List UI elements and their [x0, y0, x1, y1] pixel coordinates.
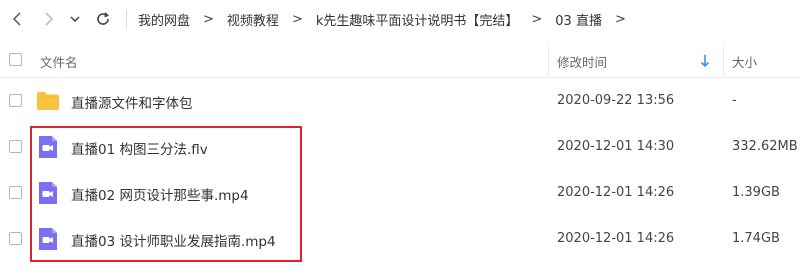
file-size: 1.39GB [732, 185, 780, 200]
breadcrumb-item[interactable]: 我的网盘 [138, 10, 190, 29]
folder-icon [36, 89, 60, 113]
row-checkbox[interactable] [9, 232, 22, 245]
breadcrumb-item[interactable]: 视频教程 [227, 10, 279, 29]
file-size: - [732, 93, 737, 108]
file-row[interactable]: 直播01 构图三分法.flv 2020-12-01 14:30 332.62MB [0, 124, 800, 170]
video-file-icon [36, 135, 60, 159]
sort-arrow-down-icon[interactable] [700, 53, 710, 72]
file-name[interactable]: 直播源文件和字体包 [71, 92, 193, 112]
breadcrumb: 我的网盘 > 视频教程 > k先生趣味平面设计说明书【完结】 > 03 直播 > [138, 0, 639, 38]
file-name[interactable]: 直播01 构图三分法.flv [71, 138, 208, 158]
breadcrumb-item[interactable]: 03 直播 [555, 10, 602, 29]
row-checkbox[interactable] [9, 140, 22, 153]
file-size: 332.62MB [732, 139, 798, 154]
breadcrumb-separator: > [614, 11, 626, 27]
file-modified-date: 2020-12-01 14:30 [557, 139, 675, 154]
column-divider [723, 42, 724, 78]
chevron-down-icon[interactable] [64, 8, 86, 30]
file-modified-date: 2020-12-01 14:26 [557, 185, 675, 200]
breadcrumb-separator: > [203, 11, 214, 27]
video-file-icon [36, 227, 60, 251]
file-name[interactable]: 直播03 设计师职业发展指南.mp4 [71, 230, 276, 250]
column-header-size[interactable]: 大小 [732, 52, 757, 71]
video-file-icon [36, 181, 60, 205]
column-header-name[interactable]: 文件名 [40, 52, 78, 71]
file-row[interactable]: 直播源文件和字体包 2020-09-22 13:56 - [0, 78, 800, 124]
file-size: 1.74GB [732, 231, 780, 246]
file-modified-date: 2020-12-01 14:26 [557, 231, 675, 246]
breadcrumb-separator: > [531, 11, 543, 27]
file-row[interactable]: 直播02 网页设计那些事.mp4 2020-12-01 14:26 1.39GB [0, 170, 800, 216]
navigation-bar: 我的网盘 > 视频教程 > k先生趣味平面设计说明书【完结】 > 03 直播 > [0, 0, 800, 38]
nav-divider [126, 10, 127, 28]
row-checkbox[interactable] [9, 94, 22, 107]
file-name[interactable]: 直播02 网页设计那些事.mp4 [71, 184, 249, 204]
breadcrumb-item[interactable]: k先生趣味平面设计说明书【完结】 [316, 10, 519, 29]
refresh-icon[interactable] [92, 8, 114, 30]
file-modified-date: 2020-09-22 13:56 [557, 93, 675, 108]
chevron-left-icon[interactable] [6, 8, 28, 30]
select-all-checkbox[interactable] [9, 53, 22, 66]
breadcrumb-separator: > [291, 11, 303, 27]
file-row[interactable]: 直播03 设计师职业发展指南.mp4 2020-12-01 14:26 1.74… [0, 216, 800, 262]
column-divider [548, 42, 549, 78]
column-header-date[interactable]: 修改时间 [557, 52, 607, 71]
row-checkbox[interactable] [9, 186, 22, 199]
file-list-header: 文件名 修改时间 大小 [0, 42, 800, 78]
chevron-right-icon[interactable] [38, 8, 60, 30]
